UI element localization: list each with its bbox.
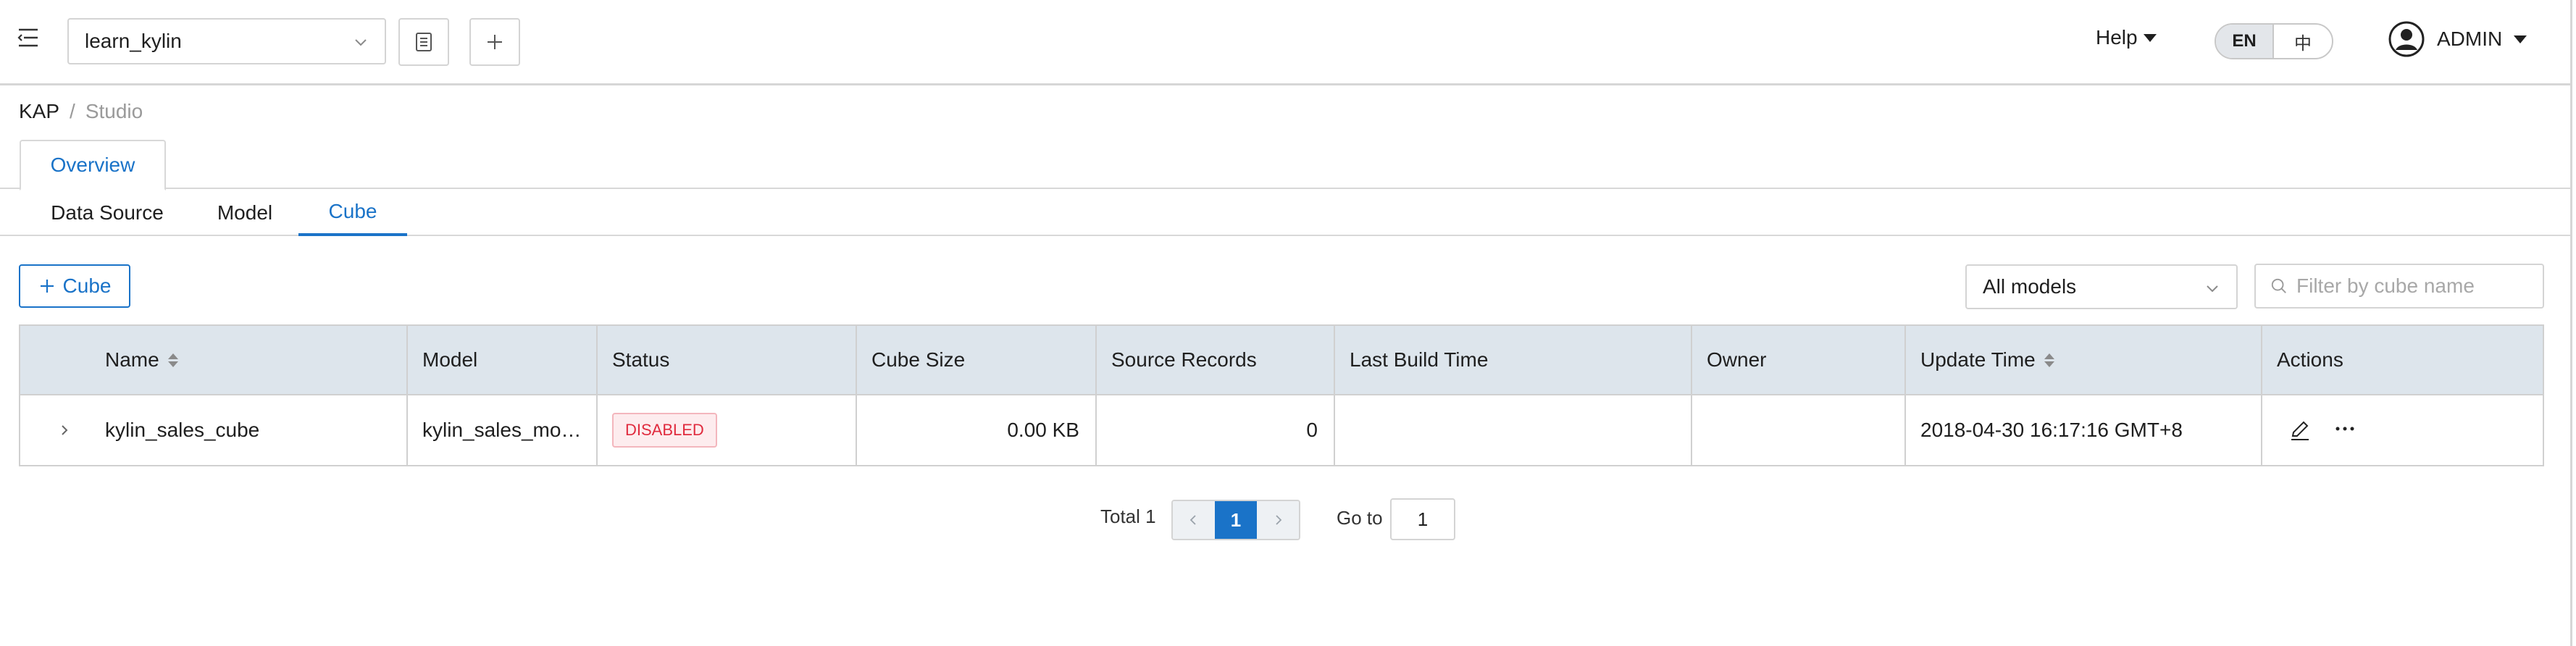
column-header-status: Status (598, 326, 857, 394)
edit-icon[interactable] (2288, 419, 2312, 442)
column-header-update-time[interactable]: Update Time (1906, 326, 2262, 394)
add-cube-button[interactable]: Cube (19, 264, 130, 308)
caret-down-icon (2143, 33, 2157, 42)
more-icon[interactable] (2333, 419, 2357, 442)
column-header-last-build-time: Last Build Time (1335, 326, 1692, 394)
sort-icon[interactable] (2044, 353, 2054, 367)
goto-label: Go to (1337, 507, 1383, 529)
pagination-total: Total 1 (1100, 506, 1156, 527)
model-filter-select[interactable]: All models (1965, 264, 2238, 309)
column-header-model: Model (408, 326, 598, 394)
column-header-cube-size: Cube Size (857, 326, 1097, 394)
breadcrumb-current: Studio (85, 100, 143, 122)
window-edge-divider (2570, 0, 2572, 646)
top-header: learn_kylin Help EN 中 ADMIN (0, 0, 2570, 85)
lang-option-en[interactable]: EN (2216, 25, 2274, 58)
top-tab-bar (0, 140, 2570, 189)
user-avatar-icon (2388, 21, 2425, 57)
model-filter-value: All models (1983, 275, 2077, 298)
column-header-name-label: Name (105, 348, 159, 371)
chevron-left-icon (1189, 515, 1196, 525)
column-header-name[interactable]: Name (20, 326, 408, 394)
cube-name: kylin_sales_cube (105, 419, 260, 441)
pagination: 1 (1171, 500, 1300, 540)
tab-cube[interactable]: Cube (298, 190, 407, 236)
tab-data-source[interactable]: Data Source (39, 190, 175, 236)
cell-cube-size: 0.00 KB (857, 395, 1097, 465)
chevron-right-icon (1276, 515, 1282, 525)
column-header-actions: Actions (2277, 348, 2343, 371)
list-icon (416, 33, 432, 51)
cell-name: kylin_sales_cube (20, 395, 408, 465)
cell-owner (1692, 395, 1906, 465)
cell-update-time: 2018-04-30 16:17:16 GMT+8 (1906, 395, 2262, 465)
tab-overview[interactable]: Overview (20, 140, 166, 190)
chevron-down-icon (355, 39, 367, 46)
plus-icon (488, 35, 502, 49)
user-name: ADMIN (2437, 28, 2503, 50)
prev-page-button[interactable] (1173, 501, 1215, 539)
column-header-source-records: Source Records (1097, 326, 1335, 394)
project-select-value: learn_kylin (85, 30, 182, 52)
table-row: kylin_sales_cube kylin_sales_mo… DISABLE… (20, 395, 2543, 465)
page-number-button[interactable]: 1 (1215, 501, 1257, 539)
sort-icon[interactable] (167, 353, 178, 367)
menu-toggle-icon[interactable] (16, 26, 41, 49)
goto-page-input[interactable] (1390, 498, 1455, 540)
column-header-update-time-label: Update Time (1920, 348, 2036, 371)
cell-source-records: 0 (1097, 395, 1335, 465)
cell-actions (2262, 395, 2543, 465)
tab-model[interactable]: Model (200, 190, 290, 236)
help-menu[interactable]: Help (2096, 26, 2157, 49)
add-cube-label: Cube (62, 274, 112, 297)
column-header-owner: Owner (1692, 326, 1906, 394)
status-badge: DISABLED (612, 413, 717, 448)
caret-down-icon (2514, 35, 2527, 43)
plus-icon (40, 280, 54, 293)
cell-model: kylin_sales_mo… (408, 395, 598, 465)
cube-table: Name Model Status Cube Size Source Recor… (19, 324, 2544, 466)
help-label: Help (2096, 26, 2138, 49)
lang-option-zh[interactable]: 中 (2274, 25, 2332, 58)
project-select[interactable]: learn_kylin (67, 18, 386, 64)
breadcrumb: KAP / Studio (19, 100, 143, 123)
cube-filter-input[interactable] (2296, 274, 2543, 298)
cell-status: DISABLED (598, 395, 857, 465)
user-menu[interactable]: ADMIN (2388, 20, 2527, 58)
expand-row-icon[interactable] (57, 422, 72, 438)
next-page-button[interactable] (1257, 501, 1299, 539)
breadcrumb-root[interactable]: KAP (19, 100, 59, 123)
project-list-button[interactable] (398, 18, 449, 66)
add-project-button[interactable] (469, 18, 520, 66)
language-toggle: EN 中 (2215, 23, 2333, 59)
cell-last-build-time (1335, 395, 1692, 465)
cube-filter (2254, 264, 2544, 309)
search-icon (2271, 278, 2286, 293)
table-header-row: Name Model Status Cube Size Source Recor… (20, 326, 2543, 395)
chevron-down-icon (2207, 285, 2218, 293)
breadcrumb-separator: / (70, 100, 75, 122)
